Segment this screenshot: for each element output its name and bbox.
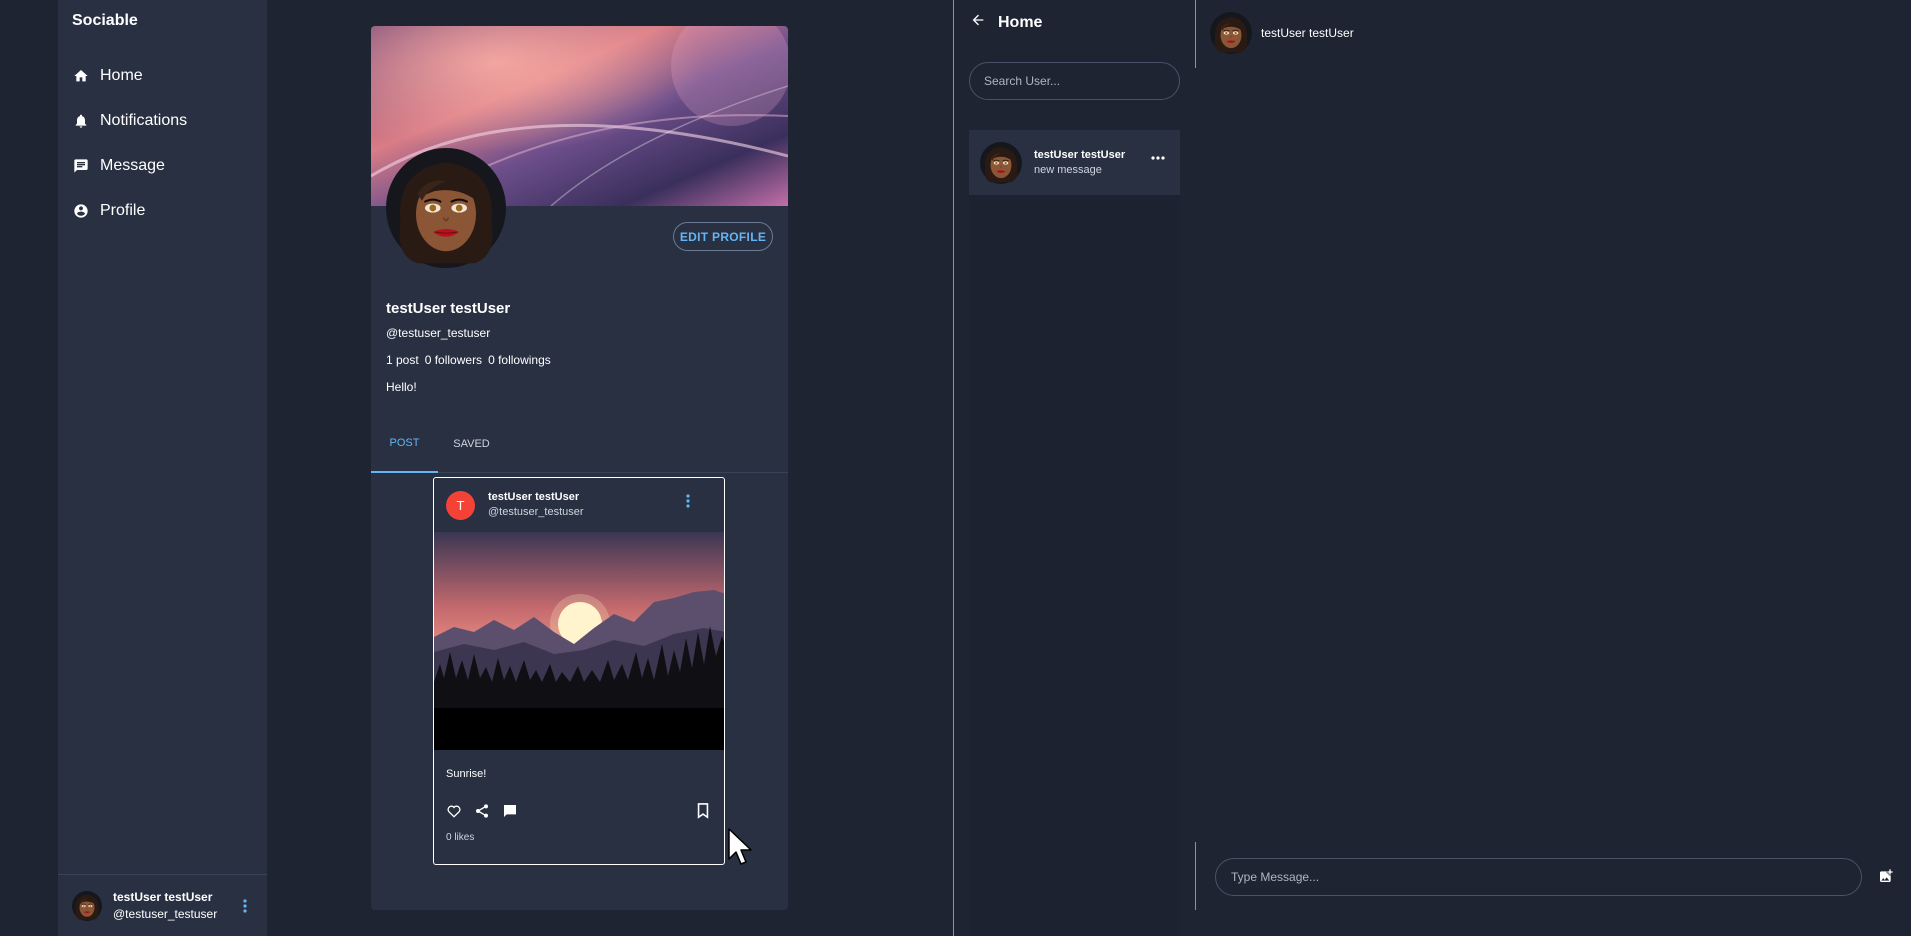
- post-count: 1 post: [386, 353, 419, 367]
- chat-header: testUser testUser: [1210, 12, 1354, 54]
- post-actions: [446, 803, 518, 819]
- post-author-name[interactable]: testUser testUser: [488, 491, 579, 503]
- sidebar-user-card[interactable]: testUser testUser @testuser_testuser: [58, 874, 267, 936]
- post-card: T testUser testUser @testuser_testuser S…: [433, 477, 725, 865]
- sidebar-item-label: Message: [100, 156, 165, 174]
- profile-avatar: [386, 148, 506, 268]
- mouse-cursor-icon: [728, 828, 752, 865]
- sidebar-nav: Home Notifications Message Profile: [72, 53, 187, 233]
- left-sidebar: Sociable Home Notifications Message Prof…: [58, 0, 267, 936]
- message-input[interactable]: [1215, 858, 1862, 896]
- more-horiz-icon[interactable]: [1151, 147, 1165, 165]
- profile-card: EDIT PROFILE testUser testUser @testuser…: [371, 26, 788, 910]
- arrow-back-icon: [970, 12, 986, 33]
- tab-saved[interactable]: SAVED: [438, 415, 505, 473]
- chat-divider-top: [1195, 0, 1196, 68]
- post-author-avatar[interactable]: T: [446, 491, 475, 520]
- profile-bio: Hello!: [386, 380, 417, 394]
- post-likes: 0 likes: [446, 832, 475, 843]
- conversation-name: testUser testUser: [1034, 149, 1126, 161]
- conversation-preview: new message: [1034, 164, 1102, 176]
- share-icon[interactable]: [474, 803, 490, 819]
- followers-count[interactable]: 0 followers: [425, 353, 482, 367]
- profile-tabs: POST SAVED: [371, 415, 788, 473]
- messages-panel: Home testUser testUser new message: [954, 0, 1195, 936]
- sidebar-item-label: Notifications: [100, 111, 188, 129]
- more-vert-icon[interactable]: [243, 899, 247, 918]
- message-icon: [72, 157, 90, 175]
- edit-profile-button[interactable]: EDIT PROFILE: [673, 222, 773, 251]
- avatar[interactable]: [1210, 12, 1252, 54]
- sidebar-item-notifications[interactable]: Notifications: [72, 98, 187, 143]
- sidebar-item-label: Home: [100, 66, 143, 84]
- post-author-handle: @testuser_testuser: [488, 506, 584, 518]
- back-label: Home: [998, 13, 1043, 31]
- conversation-list: testUser testUser new message: [969, 130, 1180, 936]
- user-name: testUser testUser: [113, 890, 213, 904]
- avatar: [72, 891, 102, 921]
- more-vert-icon[interactable]: [686, 494, 690, 513]
- profile-name: testUser testUser: [386, 300, 511, 317]
- account-circle-icon: [72, 202, 90, 220]
- post-image: [434, 532, 724, 750]
- sidebar-item-message[interactable]: Message: [72, 143, 187, 188]
- app-brand: Sociable: [72, 12, 138, 29]
- post-caption: Sunrise!: [446, 768, 487, 780]
- home-icon: [72, 67, 90, 85]
- bookmark-icon[interactable]: [696, 803, 710, 819]
- chat-divider-bottom: [1195, 842, 1196, 910]
- bell-icon: [72, 112, 90, 130]
- heart-icon[interactable]: [446, 803, 462, 819]
- tab-post[interactable]: POST: [371, 415, 438, 473]
- sidebar-item-label: Profile: [100, 201, 146, 219]
- chat-contact-name: testUser testUser: [1261, 26, 1354, 40]
- comment-icon[interactable]: [502, 803, 518, 819]
- user-handle: @testuser_testuser: [113, 907, 218, 921]
- profile-handle: @testuser_testuser: [386, 326, 491, 340]
- sidebar-item-home[interactable]: Home: [72, 53, 187, 98]
- search-user-input[interactable]: [969, 62, 1180, 100]
- followings-count[interactable]: 0 followings: [488, 353, 551, 367]
- avatar: [980, 142, 1022, 184]
- add-photo-icon[interactable]: [1878, 868, 1894, 889]
- sidebar-item-profile[interactable]: Profile: [72, 188, 187, 233]
- back-home-button[interactable]: Home: [970, 12, 1042, 33]
- profile-stats: 1 post 0 followers 0 followings: [386, 353, 551, 367]
- conversation-item[interactable]: testUser testUser new message: [969, 130, 1180, 195]
